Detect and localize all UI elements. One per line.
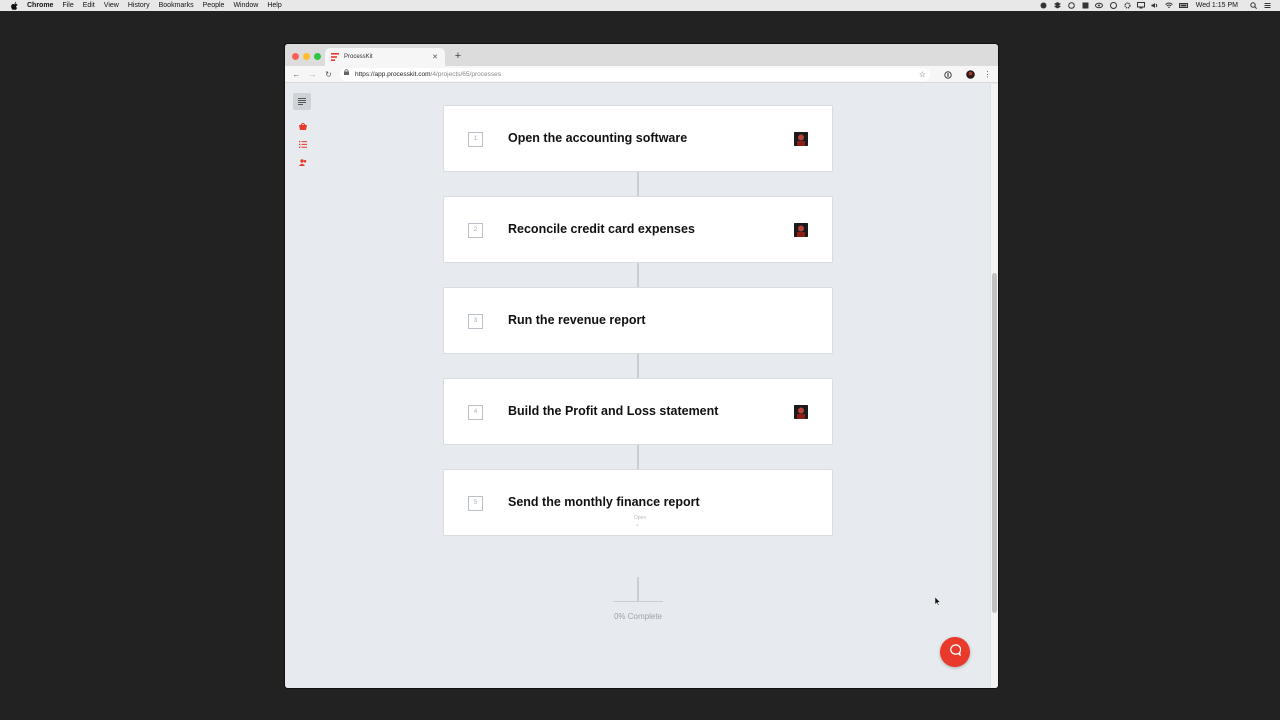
menu-view[interactable]: View: [104, 0, 119, 11]
step-number[interactable]: 3: [468, 314, 483, 329]
forward-icon[interactable]: →: [307, 69, 318, 80]
record-icon[interactable]: [1067, 2, 1076, 9]
menu-file[interactable]: File: [62, 0, 73, 11]
skype-icon[interactable]: [1039, 2, 1048, 9]
notification-center-icon[interactable]: [1263, 2, 1272, 9]
clock[interactable]: Wed 1:15 PM: [1196, 0, 1238, 11]
browser-window: ProcessKit ✕ + ← → ↻ https://app.process…: [285, 44, 998, 688]
dropbox-icon[interactable]: [1053, 2, 1062, 9]
tab-strip: ProcessKit ✕ +: [285, 44, 998, 66]
page-content: 1 Open the accounting software 2 Reconci…: [285, 84, 998, 688]
extension-icon[interactable]: [942, 69, 953, 80]
menu-bar: Chrome File Edit View History Bookmarks …: [0, 0, 1280, 11]
tab-title: ProcessKit: [344, 54, 373, 60]
globe-icon[interactable]: [1109, 2, 1118, 9]
step-card[interactable]: 4 Build the Profit and Loss statement: [443, 378, 833, 445]
scrollbar-thumb[interactable]: [992, 273, 997, 613]
step-number[interactable]: 5: [468, 496, 483, 511]
assignee-avatar[interactable]: [794, 223, 808, 237]
display-icon[interactable]: [1137, 2, 1146, 9]
reload-icon[interactable]: ↻: [323, 69, 334, 80]
step-card[interactable]: 3 Run the revenue report: [443, 287, 833, 354]
back-icon[interactable]: ←: [291, 69, 302, 80]
menu-edit[interactable]: Edit: [83, 0, 95, 11]
sidebar-toggle-button[interactable]: [293, 93, 311, 110]
tab-processkit[interactable]: ProcessKit ✕: [325, 48, 445, 66]
menu-help[interactable]: Help: [267, 0, 281, 11]
sidebar-basket-icon[interactable]: [298, 122, 307, 131]
step-title[interactable]: Build the Profit and Loss statement: [508, 404, 718, 418]
step-card[interactable]: 2 Reconcile credit card expenses: [443, 196, 833, 263]
chat-support-button[interactable]: [940, 637, 970, 667]
eye-icon[interactable]: [1095, 2, 1104, 9]
step-connector: [637, 172, 639, 196]
step-card[interactable]: 1 Open the accounting software: [443, 105, 833, 172]
step-title[interactable]: Send the monthly finance report: [508, 495, 700, 509]
chevron-down-icon[interactable]: ⌄: [635, 521, 640, 528]
step-number[interactable]: 2: [468, 223, 483, 238]
gear-icon[interactable]: [1123, 2, 1132, 9]
more-options-icon[interactable]: ⋮: [982, 69, 993, 80]
menu-history[interactable]: History: [128, 0, 150, 11]
url-host: https://app.processkit.com: [355, 71, 431, 78]
assignee-avatar[interactable]: [794, 132, 808, 146]
close-window-button[interactable]: [292, 53, 299, 60]
mouse-cursor-icon: [935, 597, 941, 606]
status-area: Wed 1:15 PM: [1034, 0, 1272, 11]
browser-toolbar: ← → ↻ https://app.processkit.com/4/proje…: [285, 66, 998, 83]
step-title[interactable]: Open the accounting software: [508, 131, 687, 145]
volume-icon[interactable]: [1151, 2, 1160, 9]
zoom-window-button[interactable]: [314, 53, 321, 60]
wifi-icon[interactable]: [1165, 2, 1174, 9]
bookmark-star-icon[interactable]: ☆: [919, 68, 926, 81]
new-tab-button[interactable]: +: [452, 50, 464, 62]
apple-icon[interactable]: [9, 0, 19, 11]
menu-bookmarks[interactable]: Bookmarks: [159, 0, 194, 11]
end-divider: [613, 601, 663, 602]
chat-bubble-icon: [949, 643, 962, 661]
progress-label: 0% Complete: [613, 612, 663, 621]
step-connector: [637, 445, 639, 469]
step-title[interactable]: Run the revenue report: [508, 313, 646, 327]
step-number[interactable]: 4: [468, 405, 483, 420]
step-connector: [637, 263, 639, 287]
minimize-window-button[interactable]: [303, 53, 310, 60]
processkit-logo-icon: [331, 53, 339, 61]
sidebar-list-icon[interactable]: [298, 140, 307, 149]
menu-window[interactable]: Window: [233, 0, 258, 11]
profile-avatar[interactable]: [965, 69, 976, 80]
step-card[interactable]: 5 Send the monthly finance report Open ⌄: [443, 469, 833, 536]
url-path: /4/projects/65/processes: [430, 71, 501, 78]
assignee-avatar[interactable]: [794, 405, 808, 419]
address-bar[interactable]: https://app.processkit.com/4/projects/65…: [340, 68, 930, 81]
step-number[interactable]: 1: [468, 132, 483, 147]
sidebar-users-icon[interactable]: [298, 158, 307, 167]
battery-icon[interactable]: [1178, 2, 1188, 9]
scrollbar[interactable]: [990, 84, 998, 688]
lock-icon[interactable]: [344, 68, 352, 81]
close-tab-icon[interactable]: ✕: [430, 53, 440, 61]
step-title[interactable]: Reconcile credit card expenses: [508, 222, 695, 236]
grid-icon[interactable]: [1081, 2, 1090, 9]
spotlight-icon[interactable]: [1249, 2, 1258, 9]
step-connector: [637, 354, 639, 378]
menu-people[interactable]: People: [203, 0, 225, 11]
end-connector: [637, 577, 639, 601]
menu-app-name[interactable]: Chrome: [27, 0, 53, 11]
